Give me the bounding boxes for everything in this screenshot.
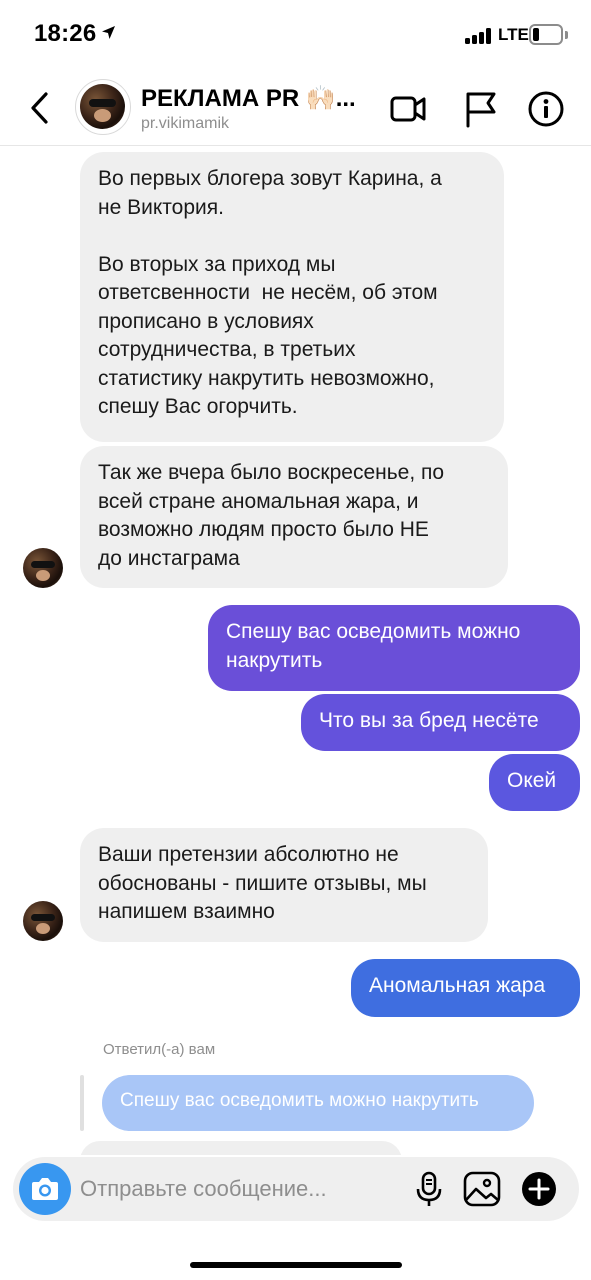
message-thread[interactable]: Во первых блогера зовут Карина, а не Вик… bbox=[0, 147, 591, 1155]
report-flag-icon[interactable] bbox=[462, 90, 500, 128]
sender-avatar[interactable] bbox=[23, 548, 63, 588]
avatar-photo bbox=[80, 84, 125, 129]
status-bar: 18:26 LTE bbox=[0, 0, 591, 70]
message-bubble-outgoing[interactable]: Спешу вас осведомить можно накрутить bbox=[208, 605, 580, 691]
battery-tip bbox=[565, 31, 568, 39]
network-type: LTE bbox=[498, 25, 529, 44]
message-bubble-outgoing[interactable]: Окей bbox=[489, 754, 580, 811]
camera-icon bbox=[32, 1178, 58, 1200]
message-bubble-outgoing[interactable]: Что вы за бред несёте bbox=[301, 694, 580, 751]
message-bubble-incoming[interactable]: Так же вчера было воскресенье, по всей с… bbox=[80, 446, 508, 588]
chat-header: РЕКЛАМА PR 🙌🏻... pr.vikimamik bbox=[0, 70, 591, 146]
info-icon[interactable] bbox=[527, 90, 565, 128]
message-bubble-incoming-partial[interactable] bbox=[80, 1141, 402, 1155]
message-bubble-incoming[interactable]: Во первых блогера зовут Карина, а не Вик… bbox=[80, 152, 504, 442]
message-composer bbox=[13, 1157, 579, 1221]
plus-icon[interactable] bbox=[519, 1169, 559, 1209]
gallery-icon[interactable] bbox=[462, 1169, 502, 1209]
message-input[interactable] bbox=[80, 1173, 380, 1205]
message-bubble-outgoing[interactable]: Аномальная жара bbox=[351, 959, 580, 1017]
battery-icon bbox=[529, 24, 563, 45]
quoted-message[interactable]: Спешу вас осведомить можно накрутить bbox=[102, 1075, 534, 1131]
sender-avatar[interactable] bbox=[23, 901, 63, 941]
video-call-icon[interactable] bbox=[389, 90, 427, 128]
reply-label: Ответил(-а) вам bbox=[103, 1041, 216, 1058]
contact-handle[interactable]: pr.vikimamik bbox=[141, 115, 229, 133]
contact-avatar[interactable] bbox=[75, 79, 131, 135]
back-arrow-icon[interactable] bbox=[24, 88, 58, 128]
home-indicator[interactable] bbox=[190, 1262, 402, 1268]
signal-strength-icon bbox=[465, 28, 495, 44]
camera-button[interactable] bbox=[19, 1163, 71, 1215]
status-time: 18:26 bbox=[34, 20, 97, 47]
reply-quote-bar bbox=[80, 1075, 84, 1131]
location-arrow-icon bbox=[102, 26, 115, 39]
message-bubble-incoming[interactable]: Ваши претензии абсолютно не обоснованы -… bbox=[80, 828, 488, 942]
contact-name[interactable]: РЕКЛАМА PR 🙌🏻... bbox=[141, 84, 356, 113]
microphone-icon[interactable] bbox=[409, 1169, 449, 1209]
